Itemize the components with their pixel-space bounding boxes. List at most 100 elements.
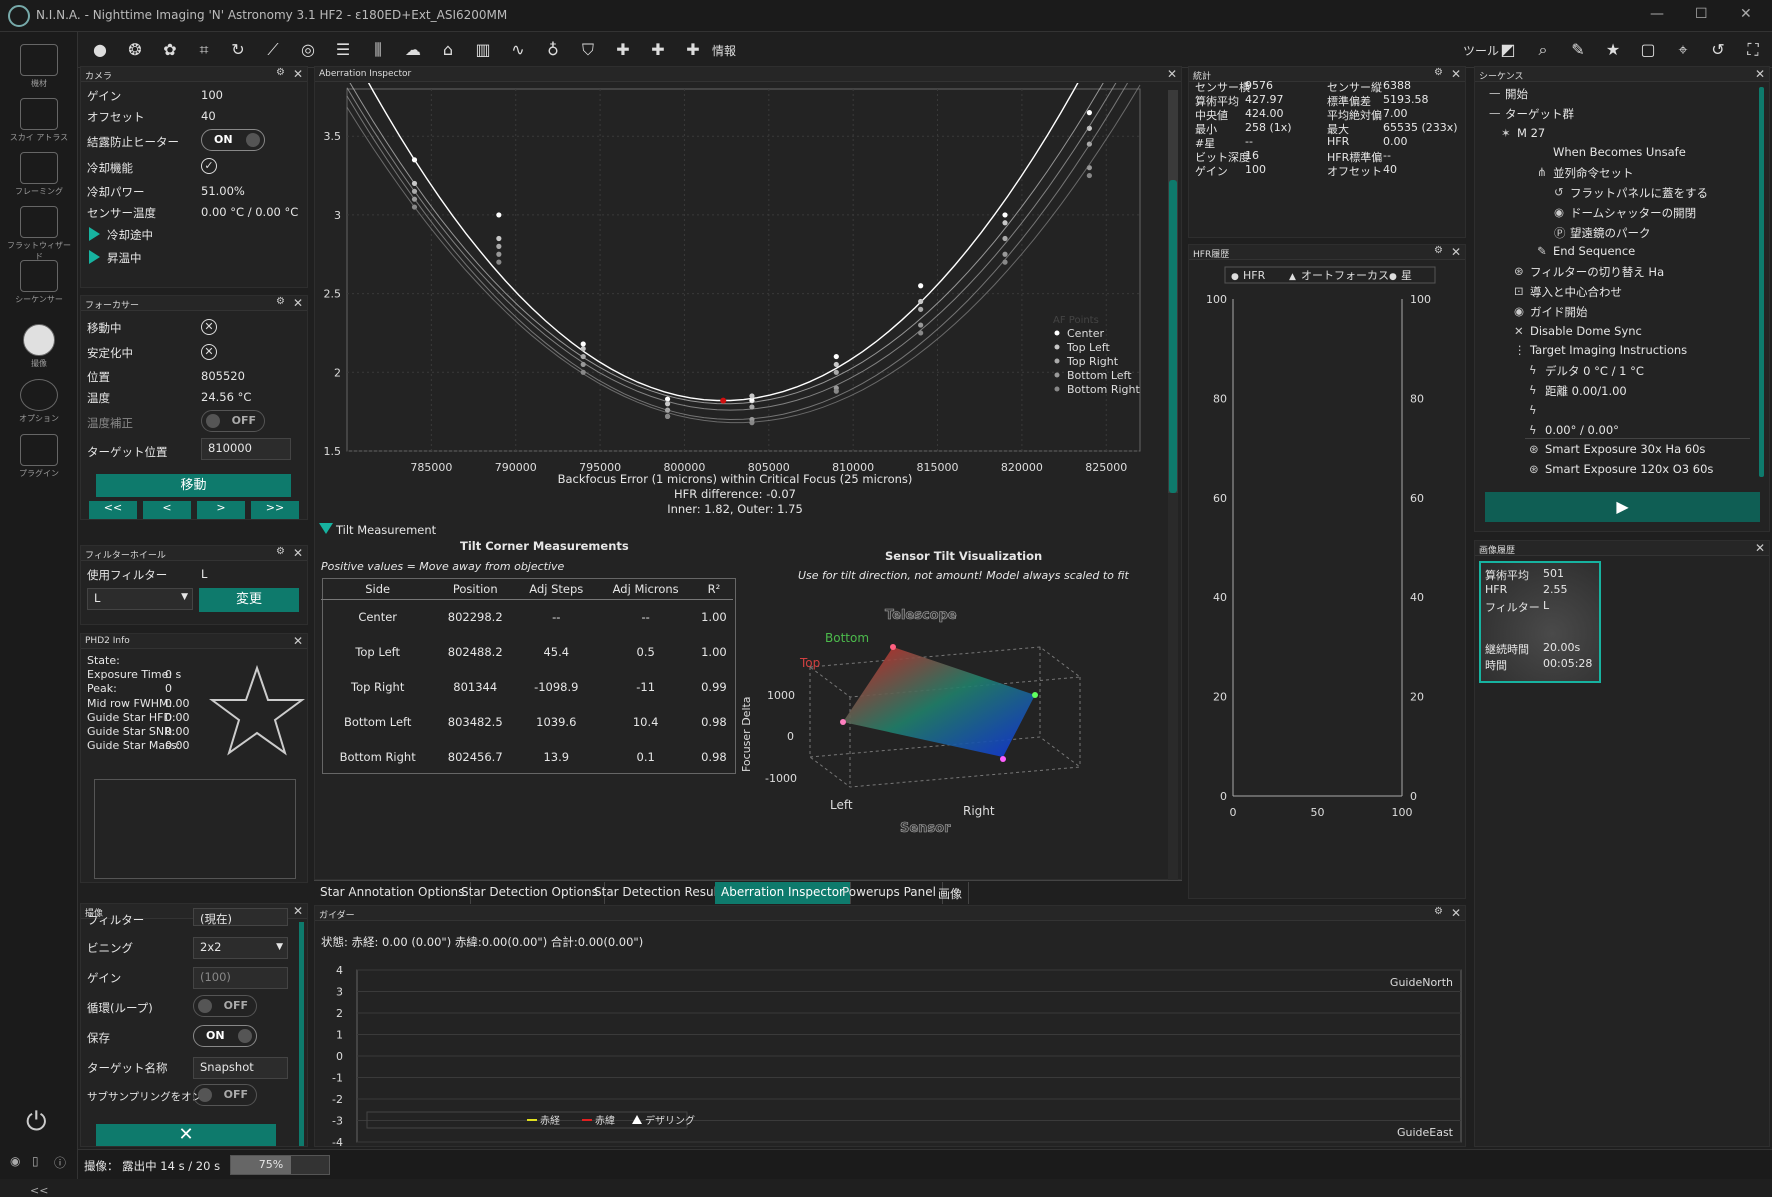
sequence-item[interactable]: 導入と中心合わせ bbox=[1530, 284, 1622, 300]
start-sequence-button[interactable]: ▶ bbox=[1485, 492, 1760, 522]
mount-icon[interactable]: ⟋ bbox=[263, 40, 283, 60]
sequence-item[interactable]: 望遠鏡のパーク bbox=[1570, 225, 1651, 241]
close-icon[interactable]: ✕ bbox=[1167, 67, 1177, 81]
save-toggle[interactable]: ON bbox=[193, 1025, 257, 1047]
ruler-icon[interactable]: ◩ bbox=[1498, 40, 1518, 60]
nav-imaging[interactable]: 撮像 bbox=[6, 322, 72, 376]
nav-plugins[interactable]: プラグイン bbox=[6, 432, 72, 486]
weather-icon[interactable]: ☁ bbox=[403, 40, 423, 60]
gear-icon[interactable]: ⚙ bbox=[276, 67, 285, 78]
camera-icon[interactable]: ● bbox=[90, 40, 110, 60]
sequence-item[interactable]: Disable Dome Sync bbox=[1530, 324, 1642, 338]
puzzle-icon[interactable]: ✚ bbox=[613, 40, 633, 60]
sequence-item[interactable]: M 27 bbox=[1517, 126, 1545, 140]
nav-options[interactable]: オプション bbox=[6, 377, 72, 431]
temp-comp-toggle[interactable]: OFF bbox=[201, 410, 265, 432]
graph-icon[interactable]: ∿ bbox=[508, 40, 528, 60]
nav-framing[interactable]: フレーミング bbox=[6, 150, 72, 204]
target-position-input[interactable]: 810000 bbox=[201, 438, 291, 460]
scrollbar[interactable] bbox=[1759, 87, 1764, 477]
power-icon[interactable]: ⏻ bbox=[26, 1107, 47, 1138]
nav-sky-atlas[interactable]: スカイ アトラス bbox=[6, 96, 72, 150]
warming-section[interactable]: 昇温中 bbox=[107, 250, 142, 266]
sliders-icon[interactable]: ⫼ bbox=[368, 40, 388, 60]
rotator-icon[interactable]: ↻ bbox=[228, 40, 248, 60]
sequence-item[interactable]: 距離 0.00/1.00 bbox=[1545, 383, 1627, 399]
nav-flat-wizard[interactable]: フラットウィザード bbox=[6, 204, 72, 261]
close-icon[interactable]: ✕ bbox=[293, 634, 303, 648]
move-button[interactable]: 移動 bbox=[96, 474, 291, 497]
chart-icon[interactable]: ▥ bbox=[473, 40, 493, 60]
tilt-measurement-toggle[interactable]: Tilt Measurement bbox=[336, 523, 436, 537]
image-history-thumbnail[interactable]: 算術平均 501 HFR 2.55 フィルター L 継続時間 20.00s 時間 00:05:28 bbox=[1479, 561, 1601, 683]
tab-aberration-inspector[interactable]: Aberration Inspector bbox=[715, 882, 851, 904]
sequence-item[interactable]: End Sequence bbox=[1553, 244, 1635, 258]
gear-icon[interactable]: ⚙ bbox=[1434, 245, 1443, 256]
target-name-input[interactable]: Snapshot bbox=[193, 1057, 288, 1079]
sequence-item[interactable]: Smart Exposure 120x O3 60s bbox=[1545, 462, 1713, 476]
binning-select[interactable]: 2x2 ▼ bbox=[193, 937, 288, 959]
close-icon[interactable]: ✕ bbox=[293, 296, 303, 310]
dew-heater-toggle[interactable]: ON bbox=[201, 129, 265, 151]
sequence-item[interactable]: 開始 bbox=[1505, 86, 1528, 102]
tab-image[interactable]: 画像 bbox=[932, 882, 970, 904]
filter-select[interactable]: L ▼ bbox=[87, 588, 193, 610]
gear-icon[interactable]: ⚙ bbox=[276, 296, 285, 307]
sequence-item[interactable]: フィルターの切り替え Ha bbox=[1530, 264, 1664, 280]
history-icon[interactable]: ↺ bbox=[1708, 40, 1728, 60]
move-far-right-button[interactable]: >> bbox=[251, 501, 299, 519]
subsample-toggle[interactable]: OFF bbox=[193, 1084, 257, 1106]
sequence-item[interactable]: Smart Exposure 30x Ha 60s bbox=[1545, 442, 1705, 456]
close-icon[interactable]: ✕ bbox=[1451, 245, 1461, 259]
close-icon[interactable]: ✕ bbox=[293, 904, 303, 918]
move-right-button[interactable]: > bbox=[197, 501, 245, 519]
bulb-icon[interactable]: ♁ bbox=[543, 40, 563, 60]
dome-icon[interactable]: ⌂ bbox=[438, 40, 458, 60]
gain-input[interactable]: (100) bbox=[193, 967, 288, 989]
expand-icon[interactable] bbox=[319, 523, 333, 534]
filterwheel-icon[interactable]: ❂ bbox=[125, 40, 145, 60]
sequence-item[interactable]: フラットパネルに蓋をする bbox=[1570, 185, 1708, 201]
expand-icon[interactable] bbox=[89, 250, 100, 264]
cooling-section[interactable]: 冷却途中 bbox=[107, 227, 153, 243]
sequence-item[interactable]: ターゲット群 bbox=[1505, 106, 1574, 122]
tab-star-detection-options[interactable]: Star Detection Options bbox=[455, 882, 605, 904]
af-icon[interactable]: ▢ bbox=[1638, 40, 1658, 60]
close-icon[interactable]: ✕ bbox=[293, 67, 303, 81]
guider-icon[interactable]: ◎ bbox=[298, 40, 318, 60]
gear-icon[interactable]: ⚙ bbox=[276, 546, 285, 557]
gear-icon[interactable]: ⚙ bbox=[1434, 906, 1443, 917]
info-icon[interactable]: ⓘ bbox=[54, 1154, 66, 1171]
cancel-exposure-button[interactable]: ✕ bbox=[96, 1124, 276, 1146]
sequence-item[interactable]: Target Imaging Instructions bbox=[1530, 343, 1687, 357]
sequence-item[interactable]: ガイド開始 bbox=[1530, 304, 1588, 320]
sequence-item[interactable]: ドームシャッターの開閉 bbox=[1570, 205, 1696, 221]
puzzle-icon[interactable]: ✚ bbox=[648, 40, 668, 60]
rotator-frame-icon[interactable]: ⌗ bbox=[194, 40, 214, 60]
maximize-button[interactable]: ☐ bbox=[1695, 6, 1708, 22]
filter-select[interactable]: (現在) bbox=[193, 908, 288, 926]
collapse-nav-button[interactable]: << bbox=[30, 1184, 48, 1197]
close-icon[interactable]: ✕ bbox=[293, 546, 303, 560]
move-far-left-button[interactable]: << bbox=[89, 501, 137, 519]
info-tab[interactable]: 情報 bbox=[712, 42, 736, 59]
shield-icon[interactable]: ⛉ bbox=[578, 40, 598, 60]
fullscreen-icon[interactable]: ⛶ bbox=[1743, 40, 1763, 60]
star-icon[interactable]: ★ bbox=[1603, 40, 1623, 60]
scrollbar[interactable] bbox=[299, 922, 304, 1146]
focuser-icon[interactable]: ✿ bbox=[160, 40, 180, 60]
switch-icon[interactable]: ☰ bbox=[333, 40, 353, 60]
gear-icon[interactable]: ⚙ bbox=[1434, 67, 1443, 78]
close-window-button[interactable]: ✕ bbox=[1740, 6, 1752, 22]
nav-sequencer[interactable]: シーケンサー bbox=[6, 258, 72, 312]
sequence-item[interactable]: When Becomes Unsafe bbox=[1553, 145, 1686, 159]
close-icon[interactable]: ✕ bbox=[1451, 67, 1461, 81]
sequence-item[interactable]: 0.00° / 0.00° bbox=[1545, 423, 1619, 437]
move-left-button[interactable]: < bbox=[143, 501, 191, 519]
scrollbar[interactable] bbox=[1168, 90, 1178, 880]
close-icon[interactable]: ✕ bbox=[1755, 541, 1765, 555]
tab-star-annotation-options[interactable]: Star Annotation Options bbox=[314, 882, 472, 904]
crosshair-icon[interactable]: ⌖ bbox=[1673, 40, 1693, 60]
close-icon[interactable]: ✕ bbox=[1451, 906, 1461, 920]
expand-icon[interactable] bbox=[89, 227, 100, 241]
